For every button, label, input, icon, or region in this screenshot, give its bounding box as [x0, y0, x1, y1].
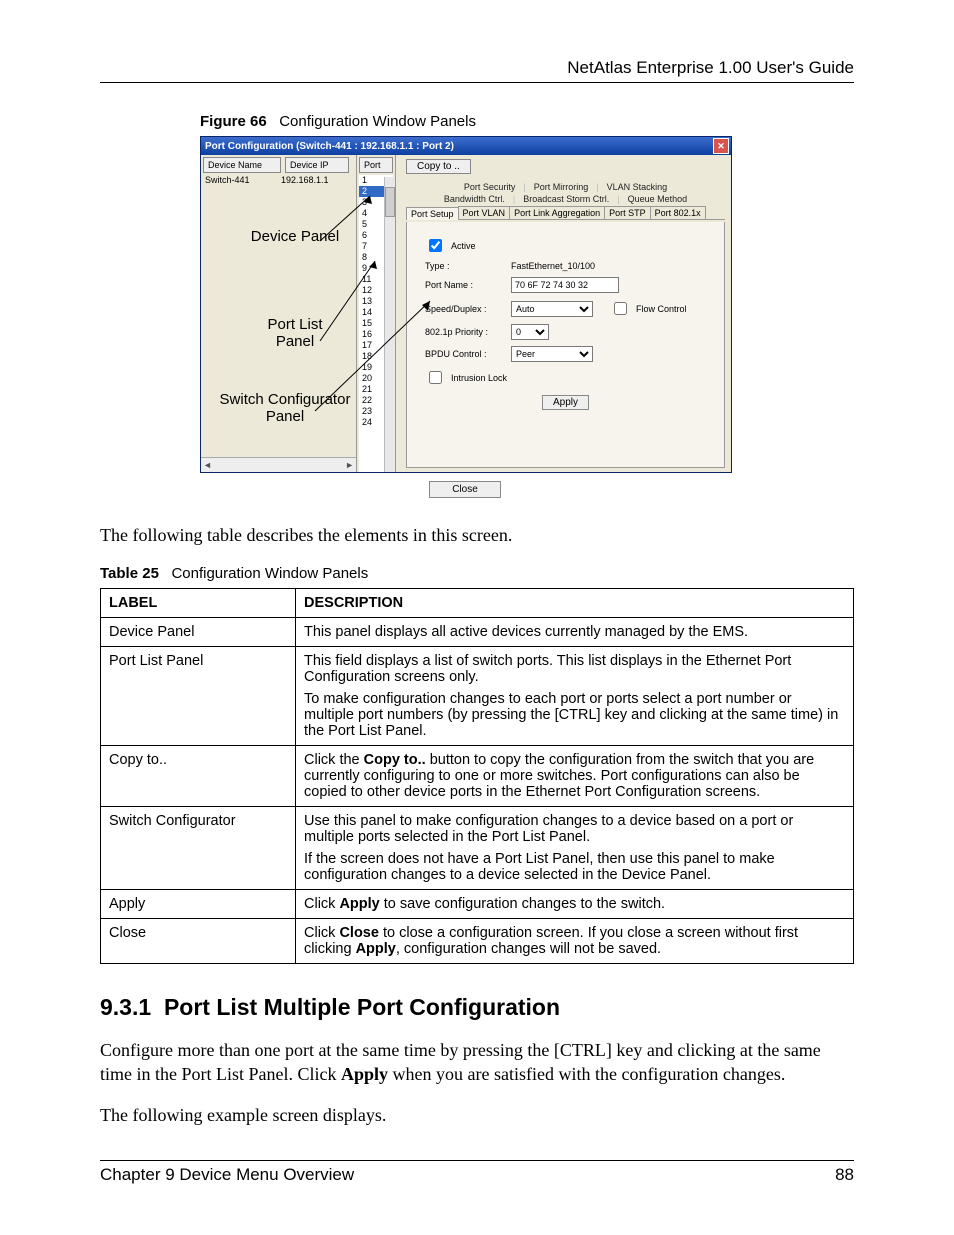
- close-button[interactable]: Close: [429, 481, 501, 498]
- figure-caption-label: Figure 66: [200, 113, 267, 130]
- cell-label: Device Panel: [101, 618, 296, 647]
- type-value: FastEthernet_10/100: [511, 261, 595, 271]
- section-heading: 9.3.1 Port List Multiple Port Configurat…: [100, 994, 854, 1021]
- footer-page: 88: [835, 1165, 854, 1185]
- active-checkbox[interactable]: [429, 239, 442, 252]
- running-header: NetAtlas Enterprise 1.00 User's Guide: [100, 58, 854, 78]
- switch-configurator-panel: Copy to .. Port Security | Port Mirrorin…: [396, 155, 731, 472]
- tab-row-sub: Port Setup Port VLAN Port Link Aggregati…: [406, 206, 725, 220]
- th-desc: DESCRIPTION: [296, 589, 854, 618]
- intrusion-label: Intrusion Lock: [451, 373, 507, 383]
- bpdu-select[interactable]: Peer: [511, 346, 593, 362]
- device-col-name[interactable]: Device Name: [203, 157, 281, 173]
- scroll-left-icon[interactable]: ◄: [203, 460, 212, 470]
- table-row: Switch ConfiguratorUse this panel to mak…: [101, 807, 854, 890]
- device-scrollbar[interactable]: ◄ ►: [201, 457, 356, 472]
- para-table-intro: The following table describes the elemen…: [100, 524, 854, 547]
- footer-rule: [100, 1160, 854, 1161]
- intrusion-checkbox[interactable]: [429, 371, 442, 384]
- dialog-titlebar: Port Configuration (Switch-441 : 192.168…: [201, 137, 731, 155]
- tab-port-vlan[interactable]: Port VLAN: [458, 206, 511, 219]
- close-icon[interactable]: ✕: [713, 138, 729, 154]
- cell-label: Port List Panel: [101, 647, 296, 746]
- th-label: LABEL: [101, 589, 296, 618]
- tab-port-link-agg[interactable]: Port Link Aggregation: [509, 206, 605, 219]
- tab-vlan-stacking[interactable]: VLAN Stacking: [607, 182, 668, 192]
- tab-port-setup[interactable]: Port Setup: [406, 207, 459, 220]
- anno-device-panel: Device Panel: [230, 228, 360, 245]
- cell-label: Copy to..: [101, 746, 296, 807]
- para-portlist-config: Configure more than one port at the same…: [100, 1039, 854, 1086]
- table-row: Port List PanelThis field displays a lis…: [101, 647, 854, 746]
- table-row: Device PanelThis panel displays all acti…: [101, 618, 854, 647]
- port-setup-form: Active Type : FastEthernet_10/100 Port N…: [406, 222, 725, 468]
- scroll-thumb[interactable]: [385, 187, 395, 217]
- priority-label: 802.1p Priority :: [425, 327, 505, 337]
- cell-desc: This field displays a list of switch por…: [296, 647, 854, 746]
- flowctrl-checkbox[interactable]: [614, 302, 627, 315]
- tab-row-mid: Bandwidth Ctrl. | Broadcast Storm Ctrl. …: [406, 194, 725, 204]
- tab-row-top: Port Security | Port Mirroring | VLAN St…: [406, 182, 725, 192]
- device-col-ip[interactable]: Device IP: [285, 157, 349, 173]
- portname-input[interactable]: [511, 277, 619, 293]
- speed-label: Speed/Duplex :: [425, 304, 505, 314]
- scroll-right-icon[interactable]: ►: [345, 460, 354, 470]
- port-col-header[interactable]: Port: [359, 157, 393, 173]
- cell-desc: Use this panel to make configuration cha…: [296, 807, 854, 890]
- cell-desc: Click the Copy to.. button to copy the c…: [296, 746, 854, 807]
- tab-queue-method[interactable]: Queue Method: [628, 194, 688, 204]
- cell-label: Switch Configurator: [101, 807, 296, 890]
- cell-label: Apply: [101, 890, 296, 919]
- anno-port-list-panel: Port ListPanel: [245, 316, 345, 351]
- tab-port-mirroring[interactable]: Port Mirroring: [534, 182, 589, 192]
- table-row: CloseClick Close to close a configuratio…: [101, 919, 854, 964]
- cell-label: Close: [101, 919, 296, 964]
- table-row: ApplyClick Apply to save configuration c…: [101, 890, 854, 919]
- figure-caption-text: Configuration Window Panels: [279, 113, 476, 130]
- bpdu-label: BPDU Control :: [425, 349, 505, 359]
- type-label: Type :: [425, 261, 505, 271]
- cell-desc: This panel displays all active devices c…: [296, 618, 854, 647]
- port-scrollbar[interactable]: [384, 177, 395, 472]
- tab-port-8021x[interactable]: Port 802.1x: [650, 206, 706, 219]
- dialog-title: Port Configuration (Switch-441 : 192.168…: [205, 141, 454, 152]
- anno-switch-configurator: Switch ConfiguratorPanel: [200, 391, 370, 426]
- footer-chapter: Chapter 9 Device Menu Overview: [100, 1165, 354, 1185]
- speed-select[interactable]: Auto: [511, 301, 593, 317]
- portname-label: Port Name :: [425, 280, 505, 290]
- section-number: 9.3.1: [100, 994, 151, 1020]
- table-caption-text: Configuration Window Panels: [171, 565, 368, 582]
- flowctrl-label: Flow Control: [636, 304, 687, 314]
- table-row: Copy to..Click the Copy to.. button to c…: [101, 746, 854, 807]
- priority-select[interactable]: 0: [511, 324, 549, 340]
- device-row-name: Switch-441: [205, 175, 281, 185]
- cell-desc: Click Close to close a configuration scr…: [296, 919, 854, 964]
- tab-bandwidth[interactable]: Bandwidth Ctrl.: [444, 194, 505, 204]
- apply-button[interactable]: Apply: [542, 395, 589, 410]
- section-title: Port List Multiple Port Configuration: [164, 994, 560, 1020]
- tab-broadcast-storm[interactable]: Broadcast Storm Ctrl.: [523, 194, 609, 204]
- device-row[interactable]: Switch-441 192.168.1.1: [201, 175, 356, 185]
- header-rule: [100, 82, 854, 83]
- cell-desc: Click Apply to save configuration change…: [296, 890, 854, 919]
- active-label: Active: [451, 241, 476, 251]
- device-row-ip: 192.168.1.1: [281, 175, 341, 185]
- figure-caption: Figure 66 Configuration Window Panels: [200, 113, 854, 130]
- copy-to-button[interactable]: Copy to ..: [406, 159, 471, 174]
- tab-port-stp[interactable]: Port STP: [604, 206, 651, 219]
- table-caption-label: Table 25: [100, 565, 159, 582]
- table-caption: Table 25 Configuration Window Panels: [100, 565, 854, 582]
- description-table: LABEL DESCRIPTION Device PanelThis panel…: [100, 588, 854, 964]
- tab-port-security[interactable]: Port Security: [464, 182, 516, 192]
- para-example-intro: The following example screen displays.: [100, 1104, 854, 1127]
